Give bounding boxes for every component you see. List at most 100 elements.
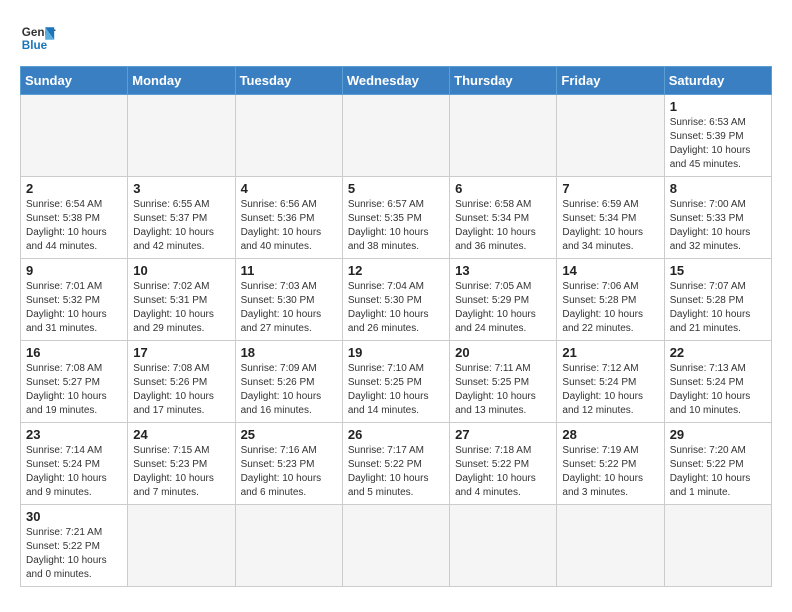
calendar-day-cell — [235, 95, 342, 177]
day-info: Sunrise: 7:10 AMSunset: 5:25 PMDaylight:… — [348, 362, 444, 418]
day-info: Sunrise: 7:05 AMSunset: 5:29 PMDaylight:… — [455, 280, 551, 336]
calendar-week-row: 23Sunrise: 7:14 AMSunset: 5:24 PMDayligh… — [21, 423, 772, 505]
day-number: 30 — [26, 509, 122, 524]
calendar-day-cell — [450, 505, 557, 587]
day-info: Sunrise: 7:18 AMSunset: 5:22 PMDaylight:… — [455, 444, 551, 500]
day-info: Sunrise: 7:09 AMSunset: 5:26 PMDaylight:… — [241, 362, 337, 418]
day-info: Sunrise: 7:08 AMSunset: 5:27 PMDaylight:… — [26, 362, 122, 418]
calendar-day-cell: 5 Sunrise: 6:57 AMSunset: 5:35 PMDaylight… — [342, 177, 449, 259]
calendar-day-cell: 14Sunrise: 7:06 AMSunset: 5:28 PMDayligh… — [557, 259, 664, 341]
calendar-day-cell: 13 Sunrise: 7:05 AMSunset: 5:29 PMDayligh… — [450, 259, 557, 341]
day-info: Sunrise: 7:21 AMSunset: 5:22 PMDaylight:… — [26, 526, 122, 582]
weekday-header: Thursday — [450, 67, 557, 95]
calendar-day-cell — [450, 95, 557, 177]
day-info: Sunrise: 7:08 AMSunset: 5:26 PMDaylight:… — [133, 362, 229, 418]
day-info: Sunrise: 7:12 AMSunset: 5:24 PMDaylight:… — [562, 362, 658, 418]
day-number: 11 — [241, 263, 337, 278]
day-info: Sunrise: 7:16 AMSunset: 5:23 PMDaylight:… — [241, 444, 337, 500]
svg-text:Blue: Blue — [22, 39, 48, 52]
day-info: Sunrise: 6:58 AMSunset: 5:34 PMDaylight:… — [455, 198, 551, 254]
day-number: 23 — [26, 427, 122, 442]
day-number: 7 — [562, 181, 658, 196]
day-info: Sunrise: 7:07 AMSunset: 5:28 PMDaylight:… — [670, 280, 766, 336]
day-info: Sunrise: 6:59 AMSunset: 5:34 PMDaylight:… — [562, 198, 658, 254]
day-number: 5 — [348, 181, 444, 196]
weekday-header-row: SundayMondayTuesdayWednesdayThursdayFrid… — [21, 67, 772, 95]
day-number: 9 — [26, 263, 122, 278]
calendar-day-cell: 6Sunrise: 6:58 AMSunset: 5:34 PMDaylight… — [450, 177, 557, 259]
day-number: 15 — [670, 263, 766, 278]
day-number: 18 — [241, 345, 337, 360]
day-info: Sunrise: 7:00 AMSunset: 5:33 PMDaylight:… — [670, 198, 766, 254]
calendar-day-cell: 23Sunrise: 7:14 AMSunset: 5:24 PMDayligh… — [21, 423, 128, 505]
header: General Blue — [20, 20, 772, 56]
logo: General Blue — [20, 20, 56, 56]
day-number: 24 — [133, 427, 229, 442]
day-number: 19 — [348, 345, 444, 360]
day-info: Sunrise: 7:04 AMSunset: 5:30 PMDaylight:… — [348, 280, 444, 336]
calendar-day-cell: 27 Sunrise: 7:18 AMSunset: 5:22 PMDayligh… — [450, 423, 557, 505]
day-info: Sunrise: 7:02 AMSunset: 5:31 PMDaylight:… — [133, 280, 229, 336]
day-number: 8 — [670, 181, 766, 196]
day-info: Sunrise: 7:13 AMSunset: 5:24 PMDaylight:… — [670, 362, 766, 418]
day-number: 12 — [348, 263, 444, 278]
calendar-day-cell: 20 Sunrise: 7:11 AMSunset: 5:25 PMDayligh… — [450, 341, 557, 423]
calendar-day-cell: 16Sunrise: 7:08 AMSunset: 5:27 PMDayligh… — [21, 341, 128, 423]
day-number: 10 — [133, 263, 229, 278]
weekday-header: Tuesday — [235, 67, 342, 95]
weekday-header: Wednesday — [342, 67, 449, 95]
calendar-day-cell: 12 Sunrise: 7:04 AMSunset: 5:30 PMDayligh… — [342, 259, 449, 341]
calendar-day-cell: 29Sunrise: 7:20 AMSunset: 5:22 PMDayligh… — [664, 423, 771, 505]
calendar-day-cell: 18 Sunrise: 7:09 AMSunset: 5:26 PMDayligh… — [235, 341, 342, 423]
weekday-header: Sunday — [21, 67, 128, 95]
calendar-day-cell: 4 Sunrise: 6:56 AMSunset: 5:36 PMDaylight… — [235, 177, 342, 259]
day-number: 4 — [241, 181, 337, 196]
day-info: Sunrise: 7:17 AMSunset: 5:22 PMDaylight:… — [348, 444, 444, 500]
calendar-day-cell: 19 Sunrise: 7:10 AMSunset: 5:25 PMDayligh… — [342, 341, 449, 423]
calendar-week-row: 2Sunrise: 6:54 AMSunset: 5:38 PMDaylight… — [21, 177, 772, 259]
day-number: 21 — [562, 345, 658, 360]
calendar-day-cell: 1Sunrise: 6:53 AMSunset: 5:39 PMDaylight… — [664, 95, 771, 177]
weekday-header: Saturday — [664, 67, 771, 95]
day-number: 28 — [562, 427, 658, 442]
calendar-week-row: 30 Sunrise: 7:21 AMSunset: 5:22 PMDayligh… — [21, 505, 772, 587]
calendar-day-cell: 17Sunrise: 7:08 AMSunset: 5:26 PMDayligh… — [128, 341, 235, 423]
calendar-week-row: 16Sunrise: 7:08 AMSunset: 5:27 PMDayligh… — [21, 341, 772, 423]
calendar-day-cell: 26 Sunrise: 7:17 AMSunset: 5:22 PMDayligh… — [342, 423, 449, 505]
calendar-day-cell — [557, 95, 664, 177]
calendar-day-cell — [664, 505, 771, 587]
day-info: Sunrise: 7:15 AMSunset: 5:23 PMDaylight:… — [133, 444, 229, 500]
day-number: 26 — [348, 427, 444, 442]
calendar-day-cell — [557, 505, 664, 587]
day-info: Sunrise: 6:56 AMSunset: 5:36 PMDaylight:… — [241, 198, 337, 254]
day-info: Sunrise: 7:20 AMSunset: 5:22 PMDaylight:… — [670, 444, 766, 500]
calendar-day-cell: 9Sunrise: 7:01 AMSunset: 5:32 PMDaylight… — [21, 259, 128, 341]
day-info: Sunrise: 6:57 AMSunset: 5:35 PMDaylight:… — [348, 198, 444, 254]
day-info: Sunrise: 7:11 AMSunset: 5:25 PMDaylight:… — [455, 362, 551, 418]
calendar-day-cell: 30 Sunrise: 7:21 AMSunset: 5:22 PMDayligh… — [21, 505, 128, 587]
calendar-day-cell: 10 Sunrise: 7:02 AMSunset: 5:31 PMDayligh… — [128, 259, 235, 341]
day-number: 27 — [455, 427, 551, 442]
calendar-day-cell — [128, 505, 235, 587]
day-info: Sunrise: 7:19 AMSunset: 5:22 PMDaylight:… — [562, 444, 658, 500]
day-number: 25 — [241, 427, 337, 442]
calendar-day-cell: 21 Sunrise: 7:12 AMSunset: 5:24 PMDayligh… — [557, 341, 664, 423]
logo-icon: General Blue — [20, 20, 56, 56]
calendar-week-row: 1Sunrise: 6:53 AMSunset: 5:39 PMDaylight… — [21, 95, 772, 177]
day-number: 13 — [455, 263, 551, 278]
calendar: SundayMondayTuesdayWednesdayThursdayFrid… — [20, 66, 772, 587]
day-info: Sunrise: 6:53 AMSunset: 5:39 PMDaylight:… — [670, 116, 766, 172]
day-number: 20 — [455, 345, 551, 360]
calendar-day-cell: 22 Sunrise: 7:13 AMSunset: 5:24 PMDayligh… — [664, 341, 771, 423]
day-info: Sunrise: 7:06 AMSunset: 5:28 PMDaylight:… — [562, 280, 658, 336]
calendar-day-cell: 8 Sunrise: 7:00 AMSunset: 5:33 PMDaylight… — [664, 177, 771, 259]
calendar-day-cell — [342, 505, 449, 587]
calendar-day-cell — [342, 95, 449, 177]
calendar-day-cell: 25 Sunrise: 7:16 AMSunset: 5:23 PMDayligh… — [235, 423, 342, 505]
calendar-day-cell: 24 Sunrise: 7:15 AMSunset: 5:23 PMDayligh… — [128, 423, 235, 505]
day-number: 22 — [670, 345, 766, 360]
calendar-day-cell: 28 Sunrise: 7:19 AMSunset: 5:22 PMDayligh… — [557, 423, 664, 505]
calendar-week-row: 9Sunrise: 7:01 AMSunset: 5:32 PMDaylight… — [21, 259, 772, 341]
day-number: 3 — [133, 181, 229, 196]
calendar-day-cell — [21, 95, 128, 177]
